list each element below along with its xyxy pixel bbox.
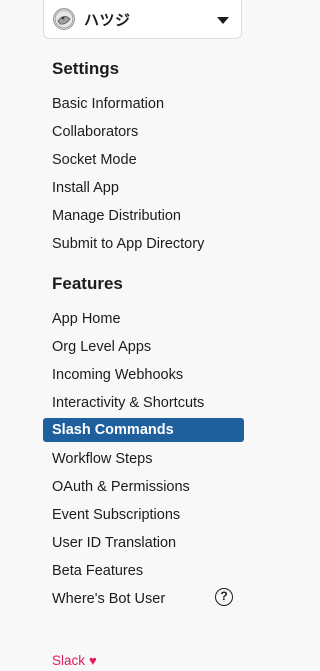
- sidebar-item-install-app[interactable]: Install App: [43, 176, 244, 200]
- section-title-settings: Settings: [52, 59, 120, 78]
- sidebar-item-app-home[interactable]: App Home: [43, 307, 244, 331]
- app-name: ハツジ: [84, 12, 131, 29]
- sidebar-item-org-level-apps[interactable]: Org Level Apps: [43, 335, 244, 359]
- sidebar-item-wheres-bot-user[interactable]: Where's Bot User: [43, 587, 244, 611]
- sidebar-item-user-id-translation[interactable]: User ID Translation: [43, 531, 244, 555]
- app-avatar: [53, 8, 75, 30]
- sidebar-item-oauth-permissions[interactable]: OAuth & Permissions: [43, 475, 244, 499]
- heart-icon: ♥: [89, 653, 97, 668]
- section-title-features: Features: [52, 274, 123, 293]
- sidebar-item-event-subscriptions[interactable]: Event Subscriptions: [43, 503, 244, 527]
- sidebar-item-socket-mode[interactable]: Socket Mode: [43, 148, 244, 172]
- footer-brand[interactable]: Slack ♥: [52, 653, 97, 668]
- sidebar-item-collaborators[interactable]: Collaborators: [43, 120, 244, 144]
- sidebar-item-submit-to-app-directory[interactable]: Submit to App Directory: [43, 232, 244, 256]
- sidebar-item-slash-commands[interactable]: Slash Commands: [43, 418, 244, 442]
- help-icon[interactable]: ?: [215, 588, 233, 606]
- sidebar-item-basic-information[interactable]: Basic Information: [43, 92, 244, 116]
- sidebar-item-manage-distribution[interactable]: Manage Distribution: [43, 204, 244, 228]
- sidebar-item-workflow-steps[interactable]: Workflow Steps: [43, 447, 244, 471]
- sidebar-item-interactivity-shortcuts[interactable]: Interactivity & Shortcuts: [43, 391, 244, 415]
- sidebar-item-beta-features[interactable]: Beta Features: [43, 559, 244, 583]
- footer-brand-label: Slack: [52, 653, 86, 668]
- app-selector-dropdown[interactable]: ハツジ: [43, 0, 242, 39]
- sidebar-item-incoming-webhooks[interactable]: Incoming Webhooks: [43, 363, 244, 387]
- chevron-down-icon: [217, 17, 229, 24]
